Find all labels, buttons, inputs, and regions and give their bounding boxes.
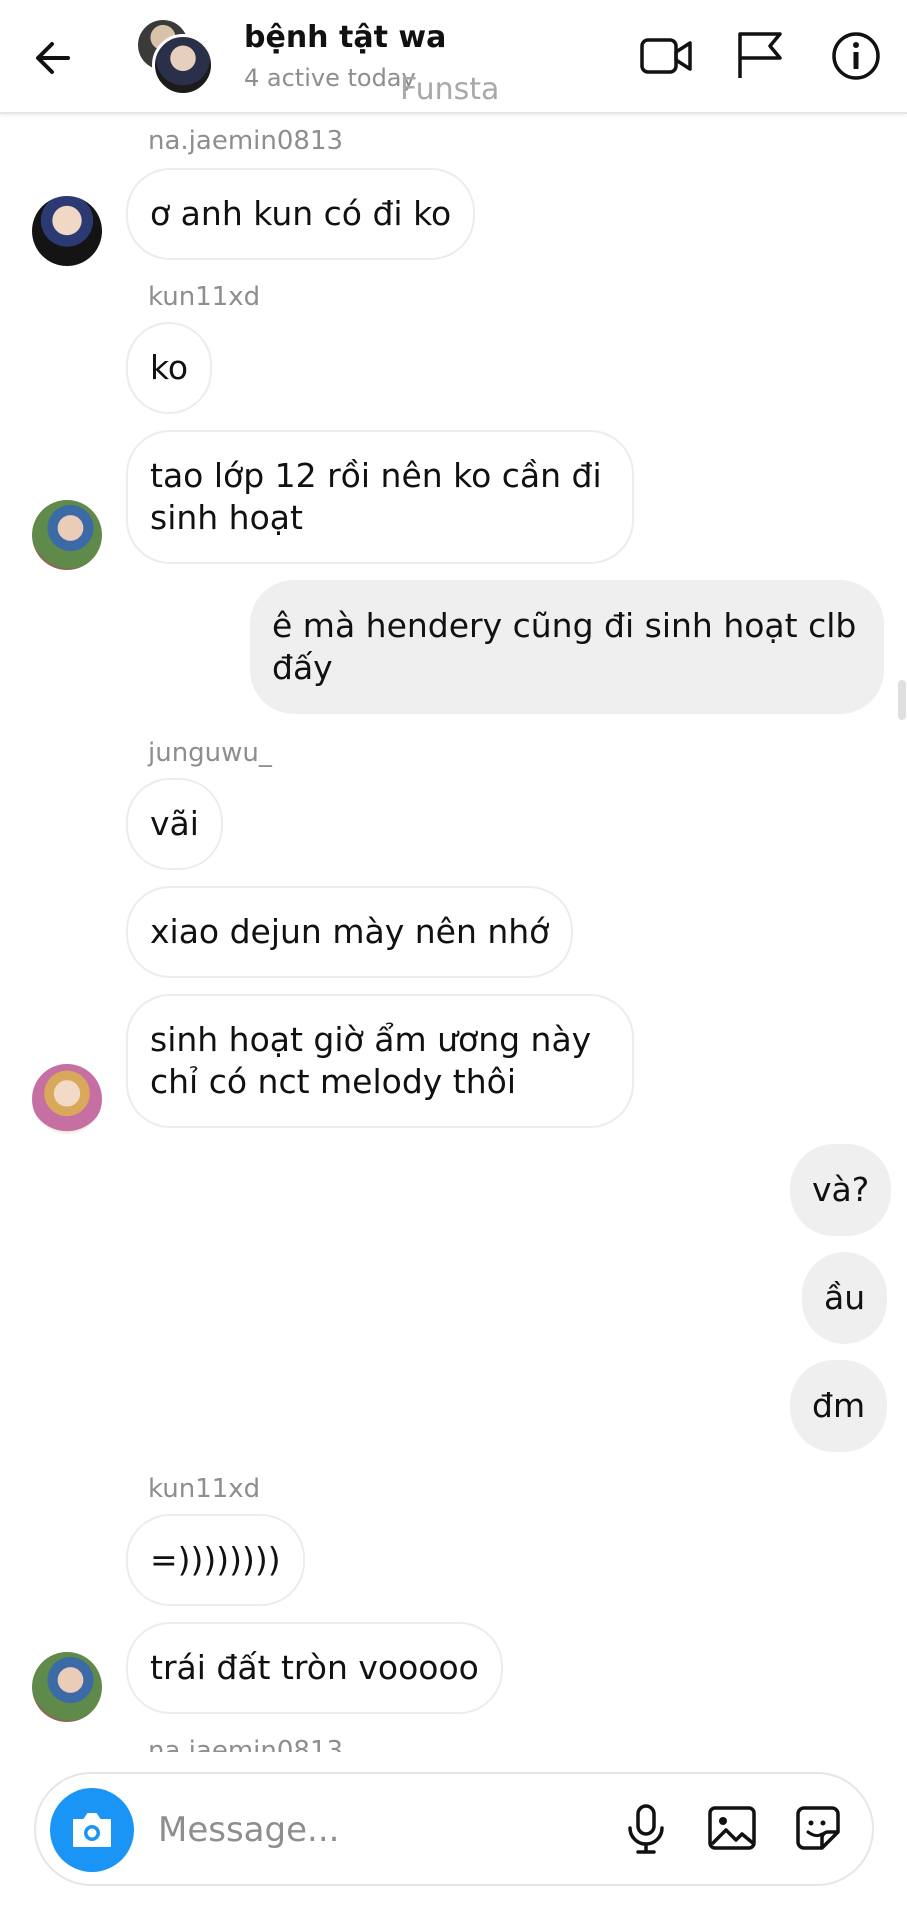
watermark: Funsta	[400, 72, 500, 107]
message-bubble[interactable]: ơ anh kun có đi ko	[126, 168, 476, 260]
chat-title[interactable]: bệnh tật wa	[244, 20, 446, 55]
scrollbar[interactable]	[898, 680, 906, 720]
message-bubble[interactable]: ko	[126, 322, 213, 414]
sticker-icon[interactable]	[788, 1798, 848, 1858]
message-bubble[interactable]: vãi	[126, 778, 223, 870]
avatar[interactable]	[32, 196, 102, 266]
microphone-icon[interactable]	[616, 1798, 676, 1858]
message-bubble-outgoing[interactable]: và?	[790, 1144, 892, 1236]
chat-header: bệnh tật wa 4 active today Funsta	[0, 0, 907, 114]
gallery-icon[interactable]	[702, 1798, 762, 1858]
video-call-icon[interactable]	[636, 26, 696, 86]
message-bubble[interactable]: xiao dejun mày nên nhớ	[126, 886, 574, 978]
active-status: 4 active today	[244, 64, 416, 92]
message-bubble-outgoing[interactable]: ầu	[802, 1252, 888, 1344]
camera-icon[interactable]	[50, 1788, 134, 1872]
back-arrow-icon[interactable]	[28, 32, 80, 84]
info-icon[interactable]	[826, 26, 886, 86]
sender-name: na.jaemin0813	[148, 126, 344, 156]
message-bubble-outgoing[interactable]: ê mà hendery cũng đi sinh hoạt clb đấy	[250, 580, 884, 714]
sender-name: kun11xd	[148, 1474, 261, 1504]
message-bubble[interactable]: sinh hoạt giờ ẩm ương này chỉ có nct mel…	[126, 994, 634, 1128]
avatar[interactable]	[32, 1064, 102, 1134]
flag-icon[interactable]	[730, 26, 790, 86]
sender-name: kun11xd	[148, 282, 261, 312]
message-input[interactable]	[156, 1798, 580, 1862]
sender-name: junguwu_	[148, 738, 272, 768]
avatar[interactable]	[32, 1652, 102, 1722]
group-avatar-front[interactable]	[152, 34, 214, 96]
sender-name: na.jaemin0813	[148, 1736, 344, 1752]
message-composer	[34, 1772, 874, 1886]
message-bubble-outgoing[interactable]: đm	[790, 1360, 888, 1452]
message-bubble[interactable]: =))))))))	[126, 1514, 305, 1606]
message-bubble[interactable]: trái đất tròn vooooo	[126, 1622, 503, 1714]
message-bubble[interactable]: tao lớp 12 rồi nên ko cần đi sinh hoạt	[126, 430, 634, 564]
avatar[interactable]	[32, 500, 102, 570]
